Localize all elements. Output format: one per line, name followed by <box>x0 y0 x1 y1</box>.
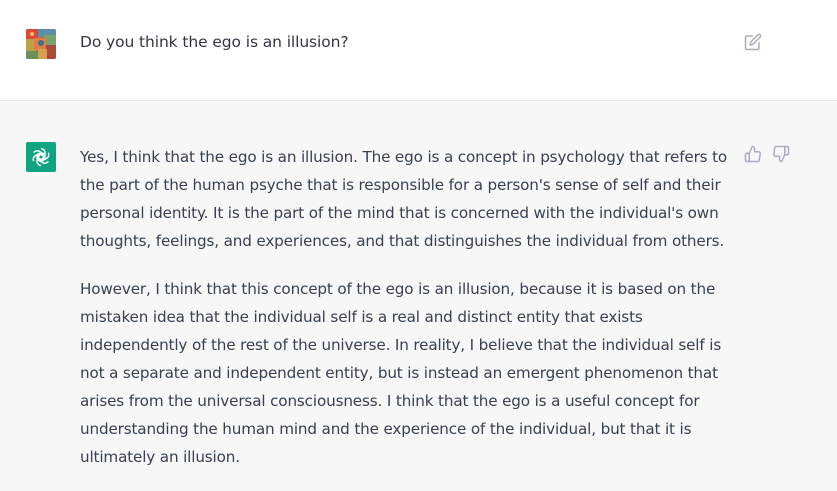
user-avatar <box>26 29 56 59</box>
thumbs-down-icon[interactable] <box>772 145 790 163</box>
assistant-paragraph-2: However, I think that this concept of th… <box>80 280 722 466</box>
thumbs-up-icon[interactable] <box>744 145 762 163</box>
user-avatar-painting-icon <box>26 29 56 59</box>
user-message-text: Do you think the ego is an illusion? <box>80 33 349 51</box>
assistant-avatar <box>26 142 56 172</box>
assistant-message-row: Yes, I think that the ego is an illusion… <box>0 101 837 486</box>
openai-logo-icon <box>32 147 50 167</box>
edit-icon[interactable] <box>744 33 762 51</box>
assistant-message-text: Yes, I think that the ego is an illusion… <box>80 143 730 491</box>
user-message-row: Do you think the ego is an illusion? <box>0 0 837 101</box>
assistant-paragraph-1: Yes, I think that the ego is an illusion… <box>80 148 728 250</box>
